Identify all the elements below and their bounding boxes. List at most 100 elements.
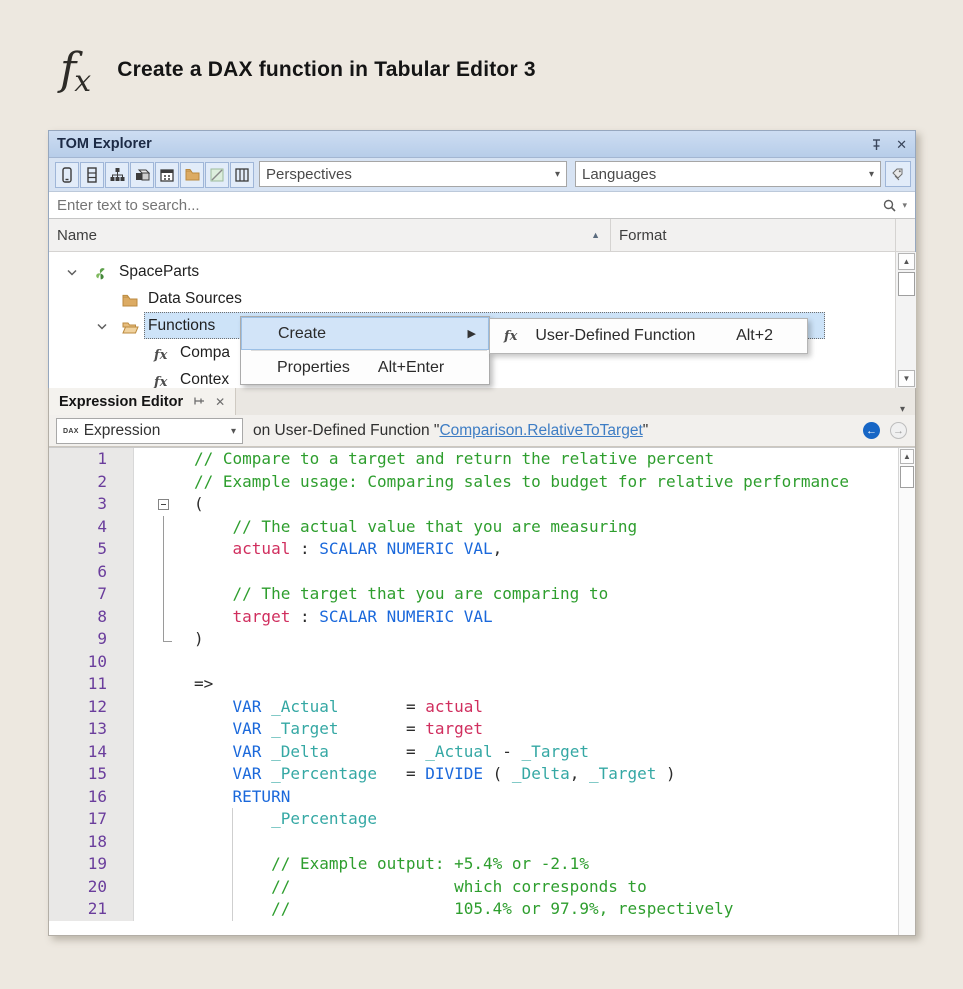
- code-line: 5 actual : SCALAR NUMERIC VAL,: [49, 538, 915, 561]
- cube-icon[interactable]: [130, 162, 154, 188]
- tables-icon[interactable]: [55, 162, 79, 188]
- scroll-up-icon[interactable]: ▲: [898, 253, 915, 270]
- folder-open-icon: [122, 320, 139, 334]
- function-link[interactable]: Comparison.RelativeToTarget: [439, 422, 642, 440]
- fold-margin: [134, 606, 194, 629]
- code-line: 21 // 105.4% or 97.9%, respectively: [49, 898, 915, 921]
- expression-type-dropdown[interactable]: DAX Expression ▾: [56, 418, 243, 444]
- navigate-back-icon[interactable]: ←: [863, 422, 880, 439]
- fold-guide: [163, 538, 164, 561]
- model-icon: [93, 266, 108, 281]
- dax-code-editor[interactable]: 1// Compare to a target and return the r…: [49, 447, 915, 935]
- code-text: // 105.4% or 97.9%, respectively: [194, 898, 915, 921]
- editor-scrollbar[interactable]: ▲: [898, 448, 915, 935]
- code-line: 12 VAR _Actual = actual: [49, 696, 915, 719]
- scroll-down-icon[interactable]: ▼: [898, 370, 915, 387]
- code-text: _Percentage: [194, 808, 915, 831]
- line-number: 5: [49, 538, 134, 561]
- search-icon[interactable]: [883, 199, 896, 212]
- code-text: ): [194, 628, 915, 651]
- scrollbar-thumb[interactable]: [900, 466, 914, 488]
- line-number: 15: [49, 763, 134, 786]
- menu-item-properties[interactable]: Properties Alt+Enter: [241, 351, 489, 384]
- pin-icon[interactable]: [871, 138, 882, 151]
- line-number: 14: [49, 741, 134, 764]
- fold-margin: [134, 516, 194, 539]
- code-line: 1// Compare to a target and return the r…: [49, 448, 915, 471]
- navigate-forward-icon[interactable]: →: [890, 422, 907, 439]
- code-line: 8 target : SCALAR NUMERIC VAL: [49, 606, 915, 629]
- translations-tag-icon[interactable]: [885, 161, 911, 187]
- fold-margin: [134, 786, 194, 809]
- code-line: 2// Example usage: Comparing sales to bu…: [49, 471, 915, 494]
- fold-margin: [134, 831, 194, 854]
- fold-margin: [134, 448, 194, 471]
- code-text: target : SCALAR NUMERIC VAL: [194, 606, 915, 629]
- perspectives-value: Perspectives: [266, 166, 352, 183]
- code-line: 3(: [49, 493, 915, 516]
- code-text: (: [194, 493, 915, 516]
- tab-expression-editor[interactable]: Expression Editor ✕: [49, 388, 236, 415]
- expression-context-text: on User-Defined Function "Comparison.Rel…: [253, 415, 648, 447]
- fold-margin: [134, 898, 194, 921]
- line-number: 4: [49, 516, 134, 539]
- fold-margin: [134, 561, 194, 584]
- relationship-disabled-icon[interactable]: [205, 162, 229, 188]
- chevron-down-icon[interactable]: [67, 269, 77, 276]
- code-line: 6: [49, 561, 915, 584]
- fold-margin: [134, 673, 194, 696]
- expression-editor-tabbar: Expression Editor ✕ ▾: [49, 388, 915, 415]
- line-number: 7: [49, 583, 134, 606]
- close-icon[interactable]: ✕: [896, 138, 907, 151]
- line-number: 12: [49, 696, 134, 719]
- partition-columns-icon[interactable]: [230, 162, 254, 188]
- code-line: 19 // Example output: +5.4% or -2.1%: [49, 853, 915, 876]
- panel-title: TOM Explorer: [57, 136, 152, 152]
- submenu-arrow-icon: ▶: [468, 327, 476, 340]
- folder-icon[interactable]: [180, 162, 204, 188]
- menu-item-user-defined-function[interactable]: User-Defined Function: [535, 327, 695, 345]
- fold-margin: [134, 651, 194, 674]
- scrollbar-thumb[interactable]: [898, 272, 915, 296]
- code-text: VAR _Delta = _Actual - _Target: [194, 741, 915, 764]
- line-number: 8: [49, 606, 134, 629]
- code-line: 4 // The actual value that you are measu…: [49, 516, 915, 539]
- scroll-up-icon[interactable]: ▲: [900, 449, 914, 464]
- fold-margin: [134, 471, 194, 494]
- code-line: 20 // which corresponds to: [49, 876, 915, 899]
- indent-guide: [232, 831, 233, 854]
- line-number: 16: [49, 786, 134, 809]
- calendar-icon[interactable]: [155, 162, 179, 188]
- indent-guide: [232, 898, 233, 921]
- search-input[interactable]: [49, 197, 883, 214]
- line-number: 9: [49, 628, 134, 651]
- tree-item-label: Functions: [148, 317, 215, 335]
- tree-item-label: SpaceParts: [119, 263, 199, 281]
- hierarchy-icon[interactable]: [105, 162, 129, 188]
- code-line: 10: [49, 651, 915, 674]
- chevron-down-icon[interactable]: [97, 323, 107, 330]
- menu-item-create[interactable]: Create ▶: [241, 317, 489, 350]
- column-header-format[interactable]: Format: [611, 219, 896, 251]
- tab-list-caret-icon[interactable]: ▾: [900, 404, 915, 415]
- search-options-caret-icon[interactable]: ▾: [902, 200, 907, 211]
- fx-icon: fx: [154, 346, 167, 364]
- line-number: 20: [49, 876, 134, 899]
- perspectives-dropdown[interactable]: Perspectives ▾: [259, 161, 567, 187]
- line-number: 10: [49, 651, 134, 674]
- create-submenu: fx User-Defined Function Alt+2: [489, 318, 808, 354]
- line-number: 17: [49, 808, 134, 831]
- line-number: 11: [49, 673, 134, 696]
- languages-dropdown[interactable]: Languages ▾: [575, 161, 881, 187]
- fold-margin: [134, 853, 194, 876]
- tree-item-data-sources[interactable]: Data Sources: [49, 286, 895, 313]
- unpin-icon[interactable]: [193, 396, 205, 407]
- tree-scrollbar[interactable]: ▲ ▼: [895, 252, 916, 388]
- code-text: [194, 651, 915, 674]
- fold-guide: [163, 583, 164, 606]
- close-icon[interactable]: ✕: [215, 395, 225, 409]
- column-header-name[interactable]: Name ▲: [49, 219, 611, 251]
- tree-item-spaceparts[interactable]: SpaceParts: [49, 259, 895, 286]
- fold-collapse-icon[interactable]: [158, 499, 169, 510]
- column-list-icon[interactable]: [80, 162, 104, 188]
